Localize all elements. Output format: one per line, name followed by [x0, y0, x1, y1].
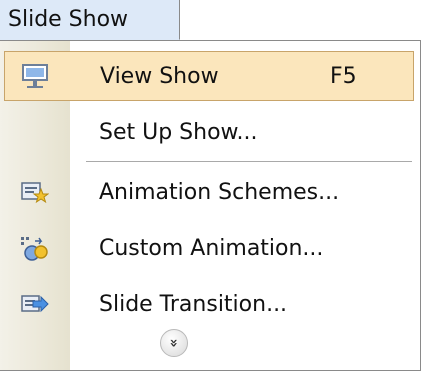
menu-item-shortcut: F5: [330, 63, 357, 89]
projector-screen-icon: [22, 64, 48, 88]
menu-item-label: View Show: [100, 63, 219, 89]
menu-item-custom-animation[interactable]: Custom Animation...: [0, 223, 419, 273]
slide-show-menu: View Show F5 Set Up Show... Animation Sc…: [0, 40, 421, 371]
expand-menu-button[interactable]: »: [160, 329, 188, 357]
menu-item-label: Animation Schemes...: [99, 179, 340, 205]
animation-schemes-icon: [21, 182, 49, 204]
menu-title-label: Slide Show: [8, 7, 129, 32]
custom-animation-icon: [21, 237, 48, 261]
menu-title-slide-show[interactable]: Slide Show: [0, 0, 180, 40]
menu-item-label: Custom Animation...: [99, 235, 324, 261]
menu-item-view-show[interactable]: View Show F5: [4, 51, 414, 101]
menu-separator: [86, 161, 412, 162]
menu-item-set-up-show[interactable]: Set Up Show...: [0, 107, 419, 157]
menu-item-label: Slide Transition...: [99, 291, 288, 317]
menu-item-animation-schemes[interactable]: Animation Schemes...: [0, 167, 419, 217]
menu-item-slide-transition[interactable]: Slide Transition...: [0, 279, 419, 329]
slide-transition-icon: [21, 295, 49, 313]
chevron-double-down-icon: »: [165, 338, 182, 348]
menu-item-label: Set Up Show...: [99, 119, 258, 145]
